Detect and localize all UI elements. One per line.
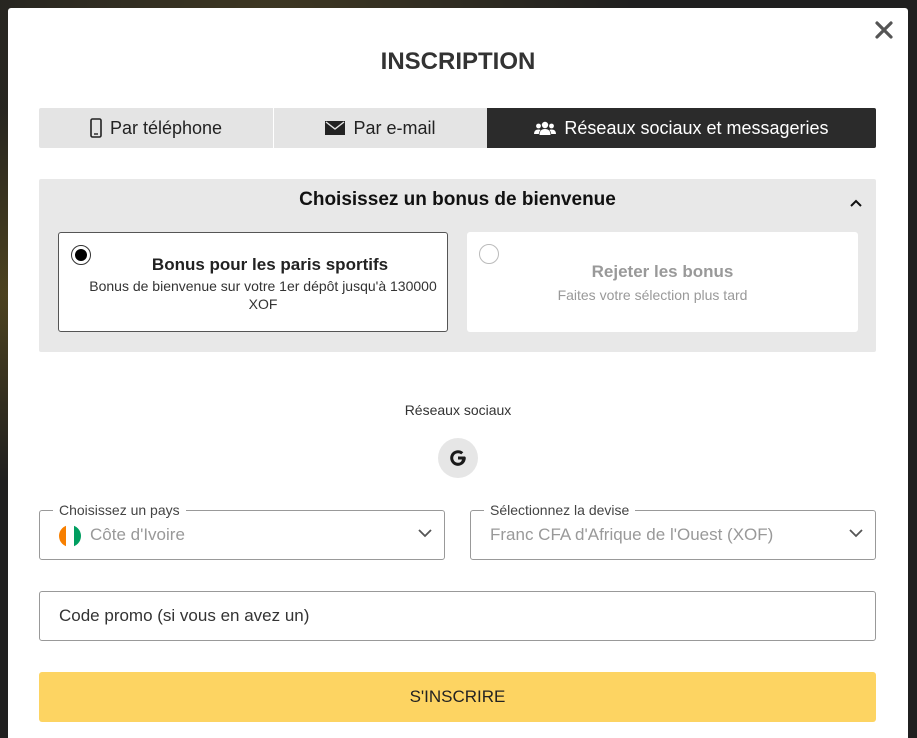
bonus-panel: Choisissez un bonus de bienvenue Bonus p… xyxy=(39,179,876,352)
bonus-header: Choisissez un bonus de bienvenue xyxy=(299,189,616,210)
tab-email-label: Par e-mail xyxy=(353,117,436,138)
google-login-button[interactable] xyxy=(438,438,478,478)
bonus-option-sports[interactable]: Bonus pour les paris sportifs Bonus de b… xyxy=(58,232,448,332)
promo-code-input[interactable] xyxy=(39,591,876,641)
tab-email[interactable]: Par e-mail xyxy=(274,108,487,148)
currency-select-label: Sélectionnez la devise xyxy=(484,502,636,518)
bonus-option-title: Rejeter les bonus xyxy=(591,262,734,281)
country-select[interactable]: Choisissez un pays Côte d'Ivoire xyxy=(39,502,445,560)
country-select-label: Choisissez un pays xyxy=(53,502,186,518)
tab-phone[interactable]: Par téléphone xyxy=(39,108,274,148)
chevron-up-icon xyxy=(850,199,862,207)
tab-social[interactable]: Réseaux sociaux et messageries xyxy=(487,108,876,148)
registration-modal: INSCRIPTION Par téléphone Par e-mail Rés… xyxy=(8,8,908,738)
bonus-radio-reject[interactable] xyxy=(479,244,499,264)
bonus-option-reject[interactable]: Rejeter les bonus Faites votre sélection… xyxy=(467,232,858,332)
chevron-down-icon xyxy=(849,529,863,538)
tab-phone-label: Par téléphone xyxy=(109,117,223,138)
cote-divoire-flag-icon xyxy=(59,525,81,547)
users-icon xyxy=(534,121,557,135)
modal-title: INSCRIPTION xyxy=(380,48,536,75)
bonus-option-subtitle: Faites votre sélection plus tard xyxy=(557,287,748,303)
phone-icon xyxy=(90,118,102,138)
register-submit-button[interactable]: S'INSCRIRE xyxy=(39,672,876,722)
google-icon xyxy=(450,450,466,466)
tab-social-label: Réseaux sociaux et messageries xyxy=(564,117,829,138)
bonus-radio-sports[interactable] xyxy=(71,245,91,265)
currency-select-value: Franc CFA d'Afrique de l'Ouest (XOF) xyxy=(490,525,774,544)
bonus-option-subtitle: Bonus de bienvenue sur votre 1er dépôt j… xyxy=(89,278,437,312)
country-select-value: Côte d'Ivoire xyxy=(90,525,185,544)
bonus-option-title: Bonus pour les paris sportifs xyxy=(151,255,389,274)
currency-select[interactable]: Sélectionnez la devise Franc CFA d'Afriq… xyxy=(470,502,876,560)
envelope-icon xyxy=(325,121,346,135)
close-button[interactable] xyxy=(872,18,896,42)
collapse-bonus-button[interactable] xyxy=(850,194,862,212)
close-icon xyxy=(875,21,893,39)
chevron-down-icon xyxy=(418,529,432,538)
registration-tabs: Par téléphone Par e-mail Réseaux sociaux… xyxy=(39,108,876,148)
social-networks-label: Réseaux sociaux xyxy=(404,402,512,418)
